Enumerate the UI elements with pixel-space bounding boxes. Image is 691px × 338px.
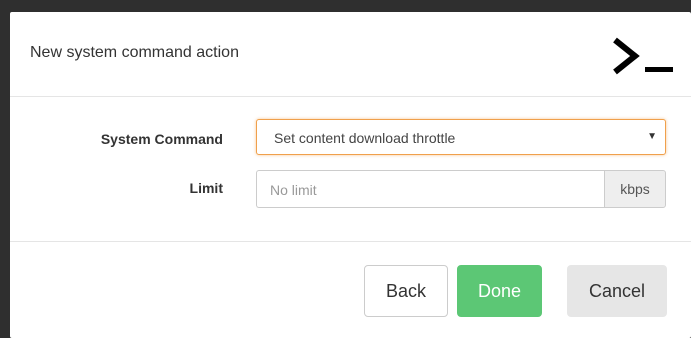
system-command-label: System Command	[100, 131, 223, 147]
terminal-icon	[613, 37, 673, 75]
dialog-body: System Command Set content download thro…	[10, 97, 691, 242]
limit-unit-addon: kbps	[604, 170, 666, 208]
system-command-select[interactable]: Set content download throttle ▼	[256, 119, 666, 155]
system-command-dialog: New system command action System Command…	[10, 12, 691, 338]
limit-input[interactable]: No limit	[256, 170, 604, 208]
system-command-selected-value: Set content download throttle	[274, 130, 456, 146]
limit-placeholder: No limit	[270, 182, 317, 198]
dialog-footer: Back Done Cancel	[10, 242, 691, 338]
done-button[interactable]: Done	[457, 265, 542, 317]
cancel-button[interactable]: Cancel	[567, 265, 667, 317]
limit-label: Limit	[189, 180, 223, 196]
limit-input-group: No limit kbps	[256, 170, 666, 208]
chevron-down-icon: ▼	[647, 131, 657, 142]
dialog-title: New system command action	[30, 44, 239, 61]
back-button[interactable]: Back	[364, 265, 448, 317]
dialog-header: New system command action	[10, 12, 691, 97]
